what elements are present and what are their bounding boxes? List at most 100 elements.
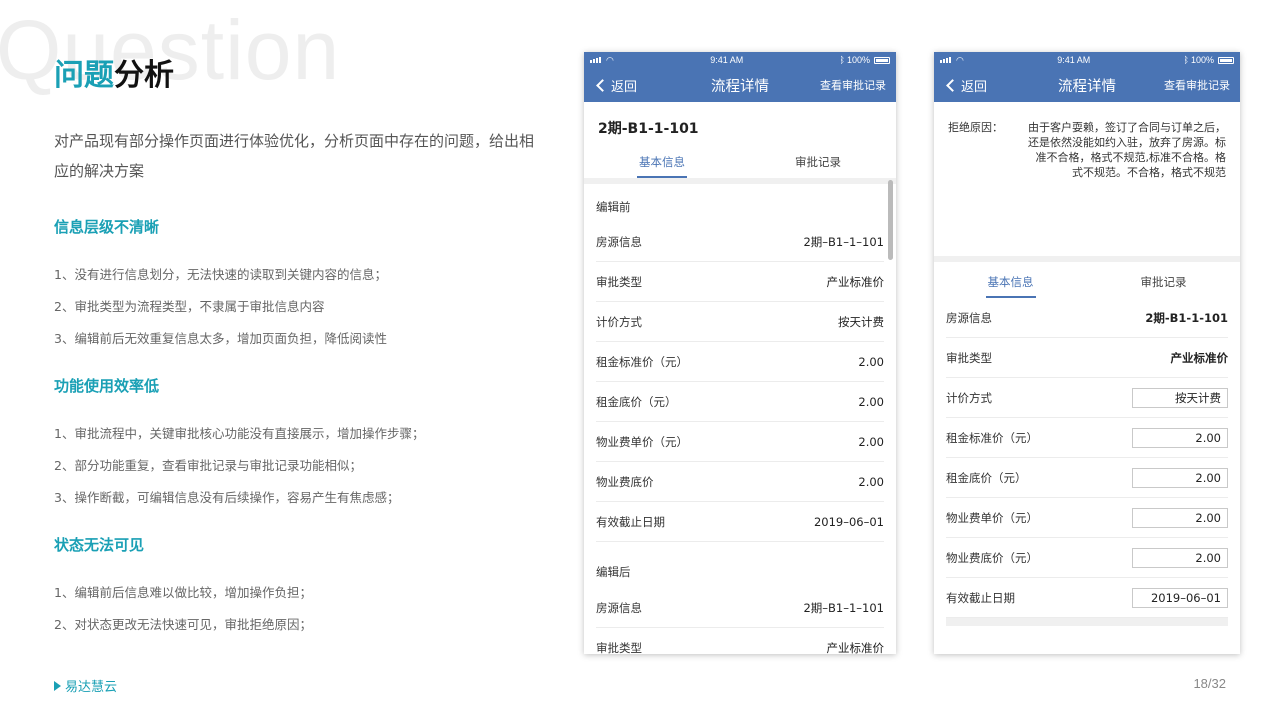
signal-icon: ◠ [940, 55, 964, 66]
field-value: 产业标准价 [826, 274, 885, 289]
battery-icon [873, 56, 890, 64]
divider [946, 618, 1228, 626]
list-item: 物业费底价 2.00 [596, 462, 884, 502]
reason-text: 由于客户耍赖，签订了合同与订单之后，还是依然没能如约入驻，放弃了房源。标准不合格… [1028, 121, 1226, 179]
battery-icon [1217, 56, 1234, 64]
field-label: 房源信息 [596, 600, 642, 615]
field-input[interactable]: 按天计费 [1132, 387, 1228, 408]
bluetooth-icon: ᛒ [1183, 55, 1189, 65]
field-label: 有效截止日期 [596, 514, 665, 529]
tab-approval-records[interactable]: 审批记录 [740, 150, 896, 178]
status-bar: ◠ 9:41 AM ᛒ 100% [584, 52, 896, 68]
section-heading: 状态无法可见 [54, 536, 145, 554]
list-item: 租金底价（元） 2.00 [946, 458, 1228, 498]
back-button[interactable]: 返回 [944, 76, 987, 95]
list-item: 物业费单价（元） 2.00 [596, 422, 884, 462]
list-item: 房源信息 2期–B1–1–101 [596, 222, 884, 262]
field-input[interactable]: 2019–06–01 [1132, 587, 1228, 608]
field-input[interactable]: 2.00 [1132, 467, 1228, 488]
battery-label: 100% [1190, 55, 1214, 65]
field-value: 按天计费 [838, 314, 884, 329]
field-value: 2019–06–01 [813, 514, 884, 529]
after-list: 房源信息 2期–B1–1–101 审批类型 产业标准价 [584, 588, 896, 654]
field-label: 物业费单价（元） [596, 434, 688, 449]
list-item: 审批类型 产业标准价 [596, 262, 884, 302]
list-item: 物业费单价（元） 2.00 [946, 498, 1228, 538]
field-input[interactable]: 2.00 [1132, 507, 1228, 528]
section-item: 2、对状态更改无法快速可见，审批拒绝原因； [54, 617, 312, 632]
list-item: 计价方式 按天计费 [946, 378, 1228, 418]
section-hierarchy: 信息层级不清晰 1、没有进行信息划分，无法快速的读取到关键内容的信息； 2、审批… [54, 216, 534, 355]
field-label: 计价方式 [946, 390, 992, 405]
brand-label: 易达慧云 [65, 680, 118, 695]
view-records-link[interactable]: 查看审批记录 [820, 77, 886, 93]
before-list: 房源信息 2期–B1–1–101 审批类型 产业标准价计价方式 按天计费租金标准价（元）… [584, 222, 896, 542]
battery-label: 100% [846, 55, 870, 65]
nav-bar: ◠ 9:41 AM ᛒ 100% 返回 流程详情 查看审批记录 [584, 52, 896, 102]
field-label: 租金标准价（元） [596, 354, 688, 369]
group-title-before: 编辑前 [596, 200, 631, 214]
field-label: 物业费底价（元） [946, 550, 1038, 565]
list-item: 物业费底价（元） 2.00 [946, 538, 1228, 578]
field-value: 2.00 [858, 434, 884, 449]
detail-list: 房源信息 2期-B1-1-101 审批类型 产业标准价计价方式 按天计费租金标准价（元）… [934, 298, 1240, 618]
title-rest: 分析 [114, 58, 174, 93]
field-value: 产业标准价 [1170, 350, 1229, 365]
field-input[interactable]: 2.00 [1132, 427, 1228, 448]
field-label: 有效截止日期 [946, 590, 1015, 605]
bluetooth-icon: ᛒ [839, 55, 845, 65]
list-item: 租金标准价（元） 2.00 [946, 418, 1228, 458]
back-label: 返回 [611, 79, 638, 95]
signal-icon: ◠ [590, 55, 614, 66]
list-item: 有效截止日期 2019–06–01 [946, 578, 1228, 618]
list-item: 有效截止日期 2019–06–01 [596, 502, 884, 542]
field-label: 计价方式 [596, 314, 642, 329]
back-button[interactable]: 返回 [594, 76, 637, 95]
list-item: 审批类型 产业标准价 [596, 628, 885, 655]
section-item: 1、编辑前后信息难以做比较，增加操作负担； [54, 585, 312, 600]
field-value: 产业标准价 [826, 640, 885, 655]
wifi-icon: ◠ [956, 54, 964, 65]
phone-mockup-after: ◠ 9:41 AM ᛒ 100% 返回 流程详情 查看审批记录 拒绝原因： 由于客… [934, 52, 1240, 654]
section-visibility: 状态无法可见 1、编辑前后信息难以做比较，增加操作负担； 2、对状态更改无法快速… [54, 534, 534, 641]
intro-text: 对产品现有部分操作页面进行体验优化，分析页面中存在的问题，给出相应的解决方案 [54, 132, 535, 180]
status-time: 9:41 AM [710, 55, 744, 65]
field-input[interactable]: 2.00 [1132, 547, 1228, 568]
section-item: 1、审批流程中，关键审批核心功能没有直接展示，增加操作步骤； [54, 426, 425, 441]
list-item: 房源信息 2期–B1–1–101 [596, 588, 884, 628]
list-item: 租金标准价（元） 2.00 [596, 342, 884, 382]
list-item: 房源信息 2期-B1-1-101 [946, 298, 1228, 338]
status-bar: ◠ 9:41 AM ᛒ 100% [934, 52, 1240, 68]
field-label: 审批类型 [596, 640, 642, 655]
tab-basic-info[interactable]: 基本信息 [934, 270, 1087, 298]
tab-basic-info[interactable]: 基本信息 [584, 150, 740, 178]
field-label: 租金底价（元） [596, 394, 677, 409]
field-label: 租金标准价（元） [946, 430, 1038, 445]
scrollbar[interactable] [888, 180, 893, 260]
list-item: 计价方式 按天计费 [596, 302, 884, 342]
section-item: 2、审批类型为流程类型，不隶属于审批信息内容 [54, 299, 325, 314]
field-label: 物业费单价（元） [946, 510, 1038, 525]
view-records-link[interactable]: 查看审批记录 [1164, 77, 1230, 93]
field-value: 2.00 [858, 354, 884, 369]
page-number: 18/32 [1193, 676, 1226, 691]
section-item: 3、编辑前后无效重复信息太多，增加页面负担，降低阅读性 [54, 331, 387, 346]
section-heading: 功能使用效率低 [54, 377, 160, 395]
field-value: 2期-B1-1-101 [1145, 310, 1228, 325]
field-value: 2期–B1–1–101 [803, 600, 884, 615]
status-right: ᛒ 100% [840, 55, 890, 65]
nav-bar: ◠ 9:41 AM ᛒ 100% 返回 流程详情 查看审批记录 [934, 52, 1240, 102]
play-icon [54, 680, 61, 691]
field-label: 审批类型 [946, 350, 992, 365]
tab-bar: 基本信息 审批记录 [584, 150, 896, 178]
field-label: 审批类型 [596, 274, 642, 289]
tab-approval-records[interactable]: 审批记录 [1087, 270, 1240, 298]
section-item: 2、部分功能重复，查看审批记录与审批记录功能相似； [54, 458, 362, 473]
section-item: 1、没有进行信息划分，无法快速的读取到关键内容的信息； [54, 267, 387, 282]
status-right: ᛒ 100% [1184, 55, 1234, 65]
tab-bar: 基本信息 审批记录 [934, 270, 1240, 298]
field-label: 物业费底价 [596, 474, 654, 489]
field-label: 房源信息 [596, 234, 642, 249]
wifi-icon: ◠ [606, 54, 614, 65]
chevron-left-icon [596, 78, 609, 92]
